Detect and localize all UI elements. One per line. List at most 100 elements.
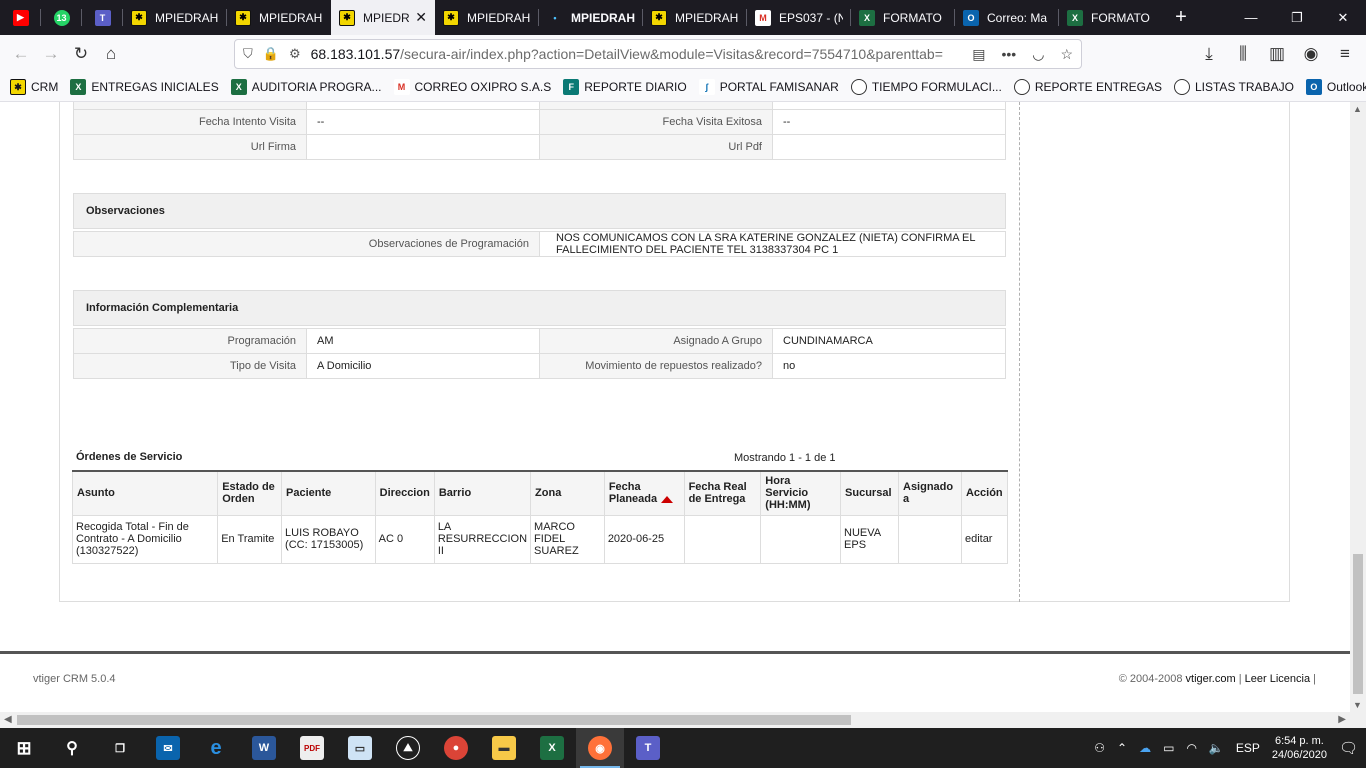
clock[interactable]: 6:54 p. m. 24/06/2020	[1272, 734, 1327, 762]
restore-icon[interactable]: ❐	[1274, 0, 1320, 35]
wifi-icon[interactable]: ◠	[1186, 741, 1196, 755]
insecure-lock-icon[interactable]: 🔒	[263, 46, 279, 62]
volume-icon[interactable]: 🔈	[1209, 741, 1224, 755]
globe-icon	[850, 79, 867, 95]
tab-excel-1[interactable]: X FORMATO	[851, 0, 955, 35]
photos-icon: ⛰	[396, 736, 420, 760]
search-button[interactable]: ⚲	[48, 728, 96, 768]
col-zona[interactable]: Zona	[530, 470, 605, 516]
tab-whatsapp[interactable]: 13	[41, 0, 82, 35]
tab-outlook[interactable]: O Correo: Ma	[955, 0, 1059, 35]
field-value	[772, 134, 1006, 160]
taskbar-chrome[interactable]: ●	[432, 728, 480, 768]
horizontal-scrollbar[interactable]: ◀ ▶	[0, 712, 1350, 728]
vertical-scrollbar[interactable]: ▲ ▼	[1350, 102, 1366, 712]
battery-icon[interactable]: ▭	[1163, 741, 1174, 755]
youtube-icon: ▶	[12, 9, 29, 26]
notifications-icon[interactable]: 🗨	[1339, 739, 1358, 757]
scroll-down-icon[interactable]: ▼	[1353, 700, 1362, 710]
bookmark-tiempo[interactable]: TIEMPO FORMULACI...	[850, 79, 1002, 95]
reader-view-icon[interactable]: ▤	[972, 46, 985, 63]
taskbar-excel[interactable]: X	[528, 728, 576, 768]
bookmark-star-icon[interactable]: ☆	[1060, 46, 1073, 63]
scroll-left-icon[interactable]: ◀	[4, 714, 12, 725]
forward-icon[interactable]: →	[36, 39, 66, 69]
tab-vtiger-2[interactable]: ✱ MPIEDRAH	[227, 0, 331, 35]
task-view-button[interactable]: ❒	[96, 728, 144, 768]
bookmark-crm[interactable]: ✱ CRM	[10, 79, 58, 95]
taskbar-mail[interactable]: ✉	[144, 728, 192, 768]
tab-excel-2[interactable]: X FORMATO	[1059, 0, 1163, 35]
tab-vtiger-1[interactable]: ✱ MPIEDRAH	[123, 0, 227, 35]
bookmark-entregas[interactable]: X ENTREGAS INICIALES	[70, 79, 219, 95]
people-icon[interactable]: ⚇	[1094, 741, 1105, 755]
pocket-icon[interactable]: ◡	[1032, 46, 1044, 63]
vtiger-link[interactable]: vtiger.com	[1186, 673, 1236, 685]
col-barrio[interactable]: Barrio	[433, 470, 532, 516]
download-icon[interactable]: ⤓	[1194, 39, 1224, 69]
library-icon[interactable]: ⫼	[1228, 39, 1258, 69]
language-indicator[interactable]: ESP	[1236, 741, 1260, 755]
close-window-icon[interactable]: ✕	[1320, 0, 1366, 35]
col-hora[interactable]: Hora Servicio (HH:MM)	[760, 470, 842, 516]
col-asignado[interactable]: Asignado a	[898, 470, 962, 516]
famisanar-icon: ʃ	[698, 79, 715, 95]
whatsapp-icon: 13	[53, 9, 70, 26]
tab-vtiger-5[interactable]: • MPIEDRAH	[539, 0, 643, 35]
chevron-up-icon[interactable]: ⌃	[1117, 741, 1127, 755]
tab-youtube[interactable]: ▶	[0, 0, 41, 35]
taskbar-firefox[interactable]: ◉	[576, 728, 624, 768]
bookmark-auditoria[interactable]: X AUDITORIA PROGRA...	[230, 79, 382, 95]
sidebar-icon[interactable]: ▥	[1262, 39, 1292, 69]
bookmark-famisanar[interactable]: ʃ PORTAL FAMISANAR	[698, 79, 839, 95]
taskbar-pdf[interactable]: PDF	[288, 728, 336, 768]
home-icon[interactable]: ⌂	[96, 39, 126, 69]
start-button[interactable]: ⊞	[0, 728, 48, 768]
scroll-right-icon[interactable]: ▶	[1338, 714, 1346, 725]
tab-teams[interactable]: T	[82, 0, 123, 35]
col-fecha-real[interactable]: Fecha Real de Entrega	[683, 470, 762, 516]
taskbar-word[interactable]: W	[240, 728, 288, 768]
cell-zona: MARCO FIDEL SUAREZ	[530, 514, 605, 564]
onedrive-icon[interactable]: ☁	[1139, 741, 1151, 755]
license-link[interactable]: Leer Licencia	[1245, 673, 1310, 685]
taskbar-explorer[interactable]: ▬	[480, 728, 528, 768]
menu-icon[interactable]: ≡	[1330, 39, 1360, 69]
taskbar-edge[interactable]: e	[192, 728, 240, 768]
col-fecha-planeada[interactable]: Fecha Planeada	[603, 470, 685, 516]
tab-vtiger-6[interactable]: ✱ MPIEDRAH	[643, 0, 747, 35]
col-direccion[interactable]: Direccion	[374, 470, 435, 516]
vertical-scroll-thumb[interactable]	[1353, 554, 1363, 694]
shield-icon[interactable]: ⛉	[243, 46, 253, 62]
permissions-icon[interactable]: ⚙	[289, 46, 301, 62]
page-actions-icon[interactable]: •••	[1002, 46, 1017, 63]
bookmark-correo[interactable]: M CORREO OXIPRO S.A.S	[393, 79, 551, 95]
taskbar-window[interactable]: ▭	[336, 728, 384, 768]
edit-link[interactable]: editar	[960, 514, 1009, 564]
tab-gmail[interactable]: M EPS037 - (N	[747, 0, 851, 35]
col-estado[interactable]: Estado de Orden	[217, 470, 283, 516]
taskbar-photos[interactable]: ⛰	[384, 728, 432, 768]
minimize-icon[interactable]: —	[1228, 0, 1274, 35]
bookmark-outlook[interactable]: O Outlook	[1305, 79, 1366, 95]
bookmark-listas[interactable]: LISTAS TRABAJO	[1173, 79, 1294, 95]
tab-vtiger-4[interactable]: ✱ MPIEDRAH	[435, 0, 539, 35]
dot-icon: •	[553, 12, 557, 23]
tab-vtiger-active[interactable]: ✱ MPIEDR ✕	[331, 0, 435, 35]
col-sucursal[interactable]: Sucursal	[840, 470, 899, 516]
close-tab-icon[interactable]: ✕	[415, 9, 427, 26]
taskbar-teams[interactable]: T	[624, 728, 672, 768]
cell-asunto[interactable]: Recogida Total - Fin de Contrato - A Dom…	[71, 514, 219, 564]
account-icon[interactable]: ◉	[1296, 39, 1326, 69]
scroll-up-icon[interactable]: ▲	[1353, 104, 1362, 114]
col-paciente[interactable]: Paciente	[281, 470, 376, 516]
bookmark-reporte-entregas[interactable]: REPORTE ENTREGAS	[1013, 79, 1162, 95]
bookmark-reporte-diario[interactable]: F REPORTE DIARIO	[563, 79, 687, 95]
back-icon[interactable]: ←	[6, 39, 36, 69]
horizontal-scroll-thumb[interactable]	[17, 715, 851, 725]
url-bar[interactable]: ⛉ 🔒 ⚙ 68.183.101.57 /secura-air/index.ph…	[234, 39, 1082, 69]
new-tab-button[interactable]: +	[1163, 0, 1199, 35]
col-asunto[interactable]: Asunto	[71, 470, 219, 516]
reload-icon[interactable]: ↻	[66, 39, 96, 69]
cell-paciente[interactable]: LUIS ROBAYO (CC: 17153005)	[281, 514, 376, 564]
